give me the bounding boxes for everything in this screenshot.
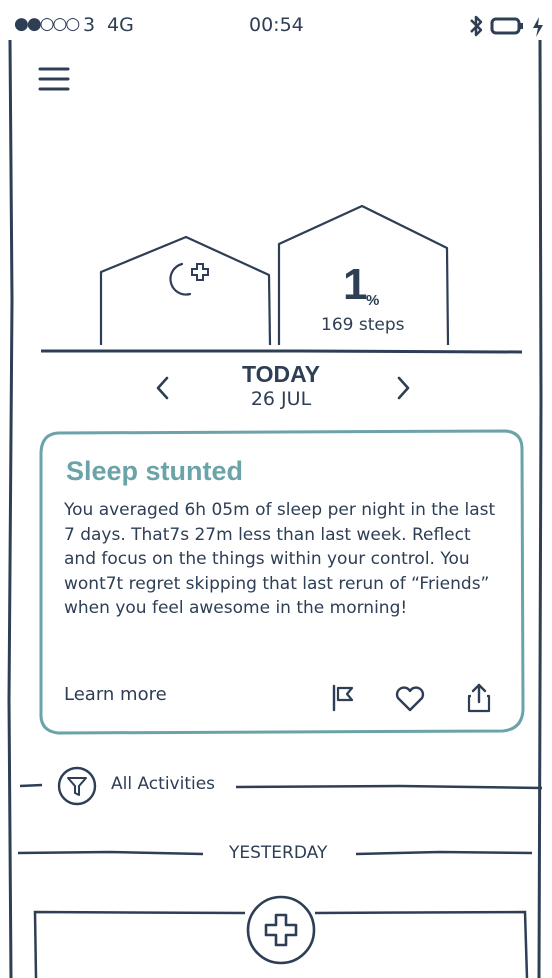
plus-icon[interactable]	[244, 893, 318, 967]
yesterday-card-border	[33, 910, 529, 978]
